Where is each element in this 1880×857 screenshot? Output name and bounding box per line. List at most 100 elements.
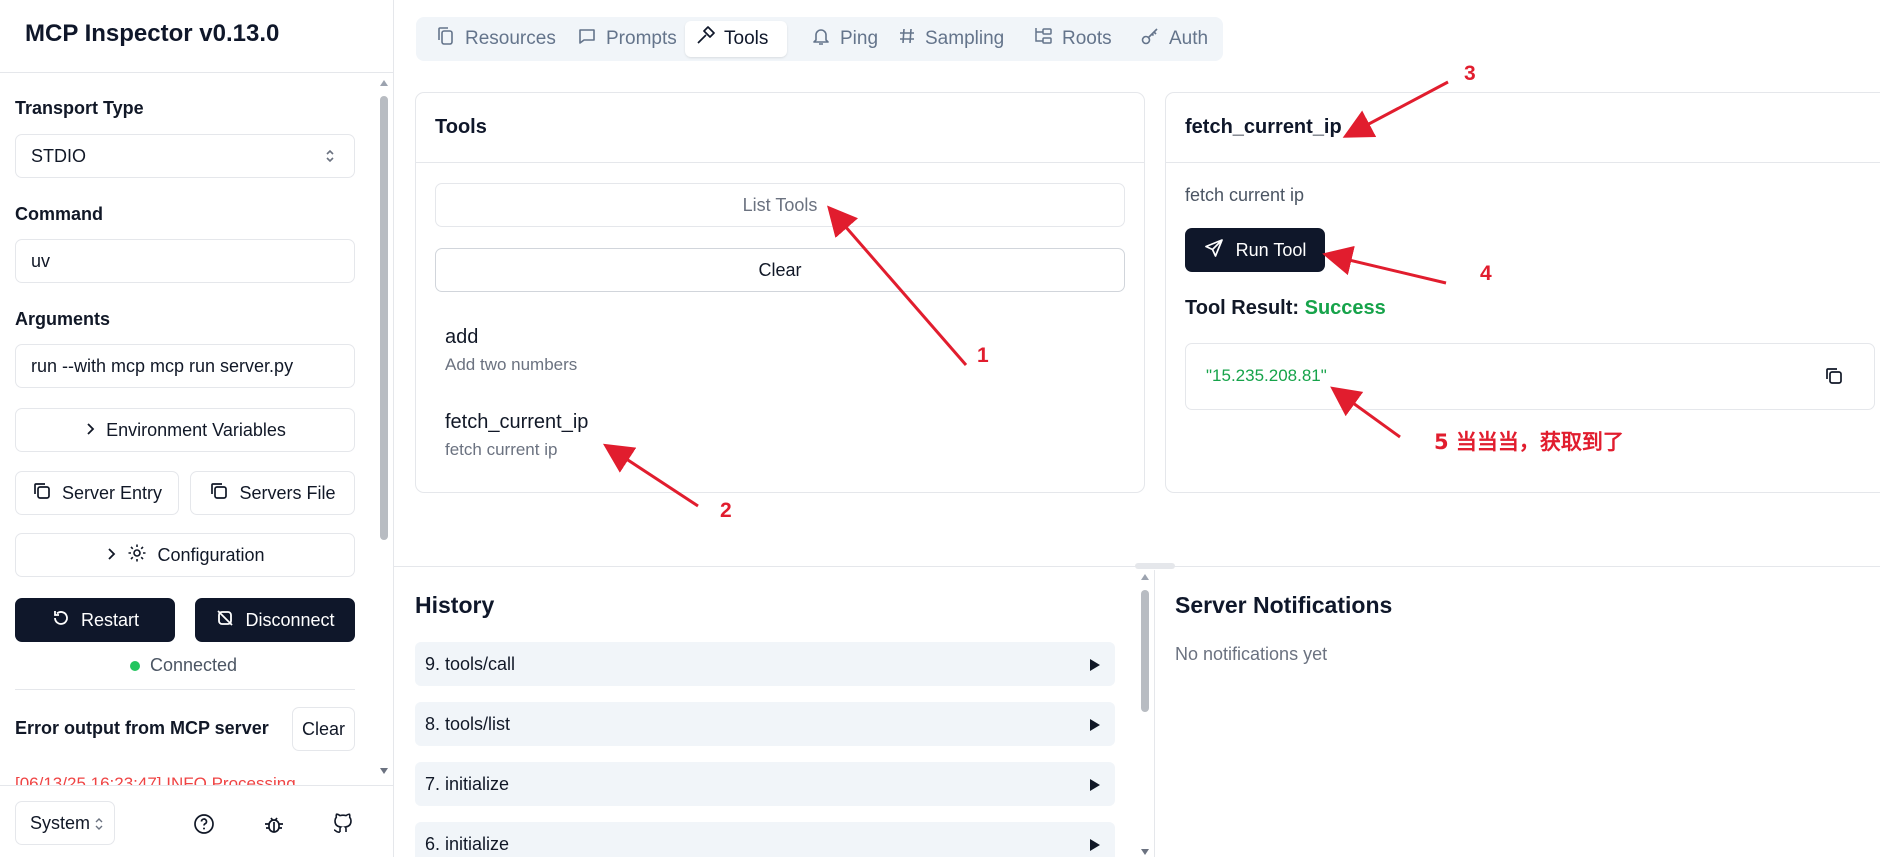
copy-icon[interactable] <box>1824 366 1844 391</box>
run-tool-button[interactable]: Run Tool <box>1185 228 1325 272</box>
tab-sampling-label: Sampling <box>925 28 1005 49</box>
arguments-label: Arguments <box>15 309 111 329</box>
scroll-down-arrow-icon[interactable] <box>378 766 390 776</box>
tab-ping-label: Ping <box>840 28 879 49</box>
transport-type-value: STDIO <box>31 145 87 166</box>
tab-tools-label: Tools <box>724 28 769 49</box>
tab-auth[interactable]: Auth <box>1130 21 1218 57</box>
help-circle-icon[interactable] <box>192 812 216 836</box>
transport-type-select[interactable]: STDIO <box>15 134 355 178</box>
tool-detail-title: fetch_current_ip <box>1185 116 1342 138</box>
tool-result-label: Tool Result: Success <box>1185 297 1386 320</box>
error-clear-label: Clear <box>301 718 345 739</box>
tab-sampling[interactable]: Sampling <box>888 21 1014 57</box>
history-item[interactable]: 7. initialize <box>415 762 1115 806</box>
environment-variables-button[interactable]: Environment Variables <box>15 408 355 452</box>
app-title: MCP Inspector v0.13.0 <box>25 20 280 47</box>
history-item[interactable]: 6. initialize <box>415 822 1115 857</box>
play-icon <box>1089 656 1101 677</box>
configuration-label: Configuration <box>157 544 265 565</box>
clear-tools-button[interactable]: Clear <box>435 248 1125 292</box>
history-scrollbar-thumb[interactable] <box>1141 590 1149 712</box>
command-value: uv <box>31 250 51 271</box>
theme-select[interactable]: System <box>15 801 115 845</box>
scroll-down-arrow-icon[interactable] <box>1139 847 1151 857</box>
tab-roots-label: Roots <box>1062 28 1112 49</box>
tool-result-box: "15.235.208.81" <box>1185 343 1875 410</box>
hammer-icon <box>695 26 715 52</box>
environment-variables-label: Environment Variables <box>106 419 286 440</box>
gear-icon <box>127 543 147 568</box>
arguments-input[interactable]: run --with mcp mcp run server.py <box>15 344 355 388</box>
unplug-icon <box>215 608 235 633</box>
tool-item-add[interactable]: add Add two numbers <box>445 326 577 375</box>
key-icon <box>1140 26 1160 52</box>
transport-type-label: Transport Type <box>15 98 144 118</box>
command-input[interactable]: uv <box>15 239 355 283</box>
rotate-ccw-icon <box>51 608 71 633</box>
disconnect-button[interactable]: Disconnect <box>195 598 355 642</box>
github-icon[interactable] <box>331 812 355 836</box>
chevron-right-icon <box>84 420 96 441</box>
play-icon <box>1089 716 1101 737</box>
play-icon <box>1089 776 1101 797</box>
tab-bar: Resources Prompts Tools Ping Sampling Ro… <box>416 17 1223 61</box>
tab-resources-label: Resources <box>465 28 556 49</box>
list-tools-button[interactable]: List Tools <box>435 183 1125 227</box>
scroll-up-arrow-icon[interactable] <box>1139 572 1151 582</box>
restart-button[interactable]: Restart <box>15 598 175 642</box>
notifications-title: Server Notifications <box>1175 592 1393 618</box>
scroll-up-arrow-icon[interactable] <box>378 78 390 88</box>
configuration-button[interactable]: Configuration <box>15 533 355 577</box>
tab-resources[interactable]: Resources <box>426 21 566 57</box>
annotation-label-2: 2 <box>720 499 732 522</box>
history-item[interactable]: 9. tools/call <box>415 642 1115 686</box>
updown-chevron-icon <box>94 816 104 837</box>
annotation-label-4: 4 <box>1480 262 1492 285</box>
clear-tools-label: Clear <box>758 259 802 280</box>
tab-roots[interactable]: Roots <box>1023 21 1122 57</box>
tab-ping[interactable]: Ping <box>801 21 888 57</box>
tab-prompts-label: Prompts <box>606 28 677 49</box>
chevron-right-icon <box>105 545 117 566</box>
sidebar-scrollbar-thumb[interactable] <box>380 96 388 540</box>
bell-icon <box>811 26 831 52</box>
tool-name: add <box>445 326 479 348</box>
tool-item-fetch-current-ip[interactable]: fetch_current_ip fetch current ip <box>445 411 588 460</box>
header-divider <box>0 72 394 73</box>
theme-value: System <box>30 812 91 833</box>
tool-result-title: Tool Result: <box>1185 297 1300 319</box>
tool-result-value: "15.235.208.81" <box>1206 366 1327 385</box>
updown-chevron-icon <box>324 146 336 171</box>
server-entry-label: Server Entry <box>61 482 163 503</box>
resize-handle[interactable] <box>1135 563 1175 569</box>
disconnect-label: Disconnect <box>245 609 335 630</box>
annotation-label-3: 3 <box>1464 62 1476 85</box>
tools-panel-title: Tools <box>435 116 487 138</box>
history-item-label: 7. initialize <box>425 773 510 794</box>
notifications-empty-text: No notifications yet <box>1175 644 1328 664</box>
tool-description: Add two numbers <box>445 355 578 374</box>
servers-file-label: Servers File <box>239 482 336 503</box>
copy-icon <box>32 481 52 506</box>
status-dot <box>130 660 140 671</box>
send-icon <box>1204 238 1224 263</box>
tab-tools[interactable]: Tools <box>685 21 787 57</box>
annotation-label-5: 5 当当当，获取到了 <box>1434 430 1624 454</box>
tools-panel-divider <box>416 162 1144 163</box>
bug-icon[interactable] <box>262 812 286 836</box>
history-item-label: 9. tools/call <box>425 653 516 674</box>
tool-description: fetch current ip <box>445 440 558 459</box>
list-tools-label: List Tools <box>742 194 818 215</box>
tab-prompts[interactable]: Prompts <box>567 21 687 57</box>
restart-label: Restart <box>80 609 140 630</box>
servers-file-button[interactable]: Servers File <box>190 471 355 515</box>
tab-auth-label: Auth <box>1169 28 1209 49</box>
history-title: History <box>415 592 495 618</box>
server-entry-button[interactable]: Server Entry <box>15 471 179 515</box>
connection-status-label: Connected <box>150 655 238 675</box>
annotation-label-1: 1 <box>977 344 989 367</box>
tool-name: fetch_current_ip <box>445 411 589 433</box>
error-clear-button[interactable]: Clear <box>292 707 355 751</box>
history-item[interactable]: 8. tools/list <box>415 702 1115 746</box>
